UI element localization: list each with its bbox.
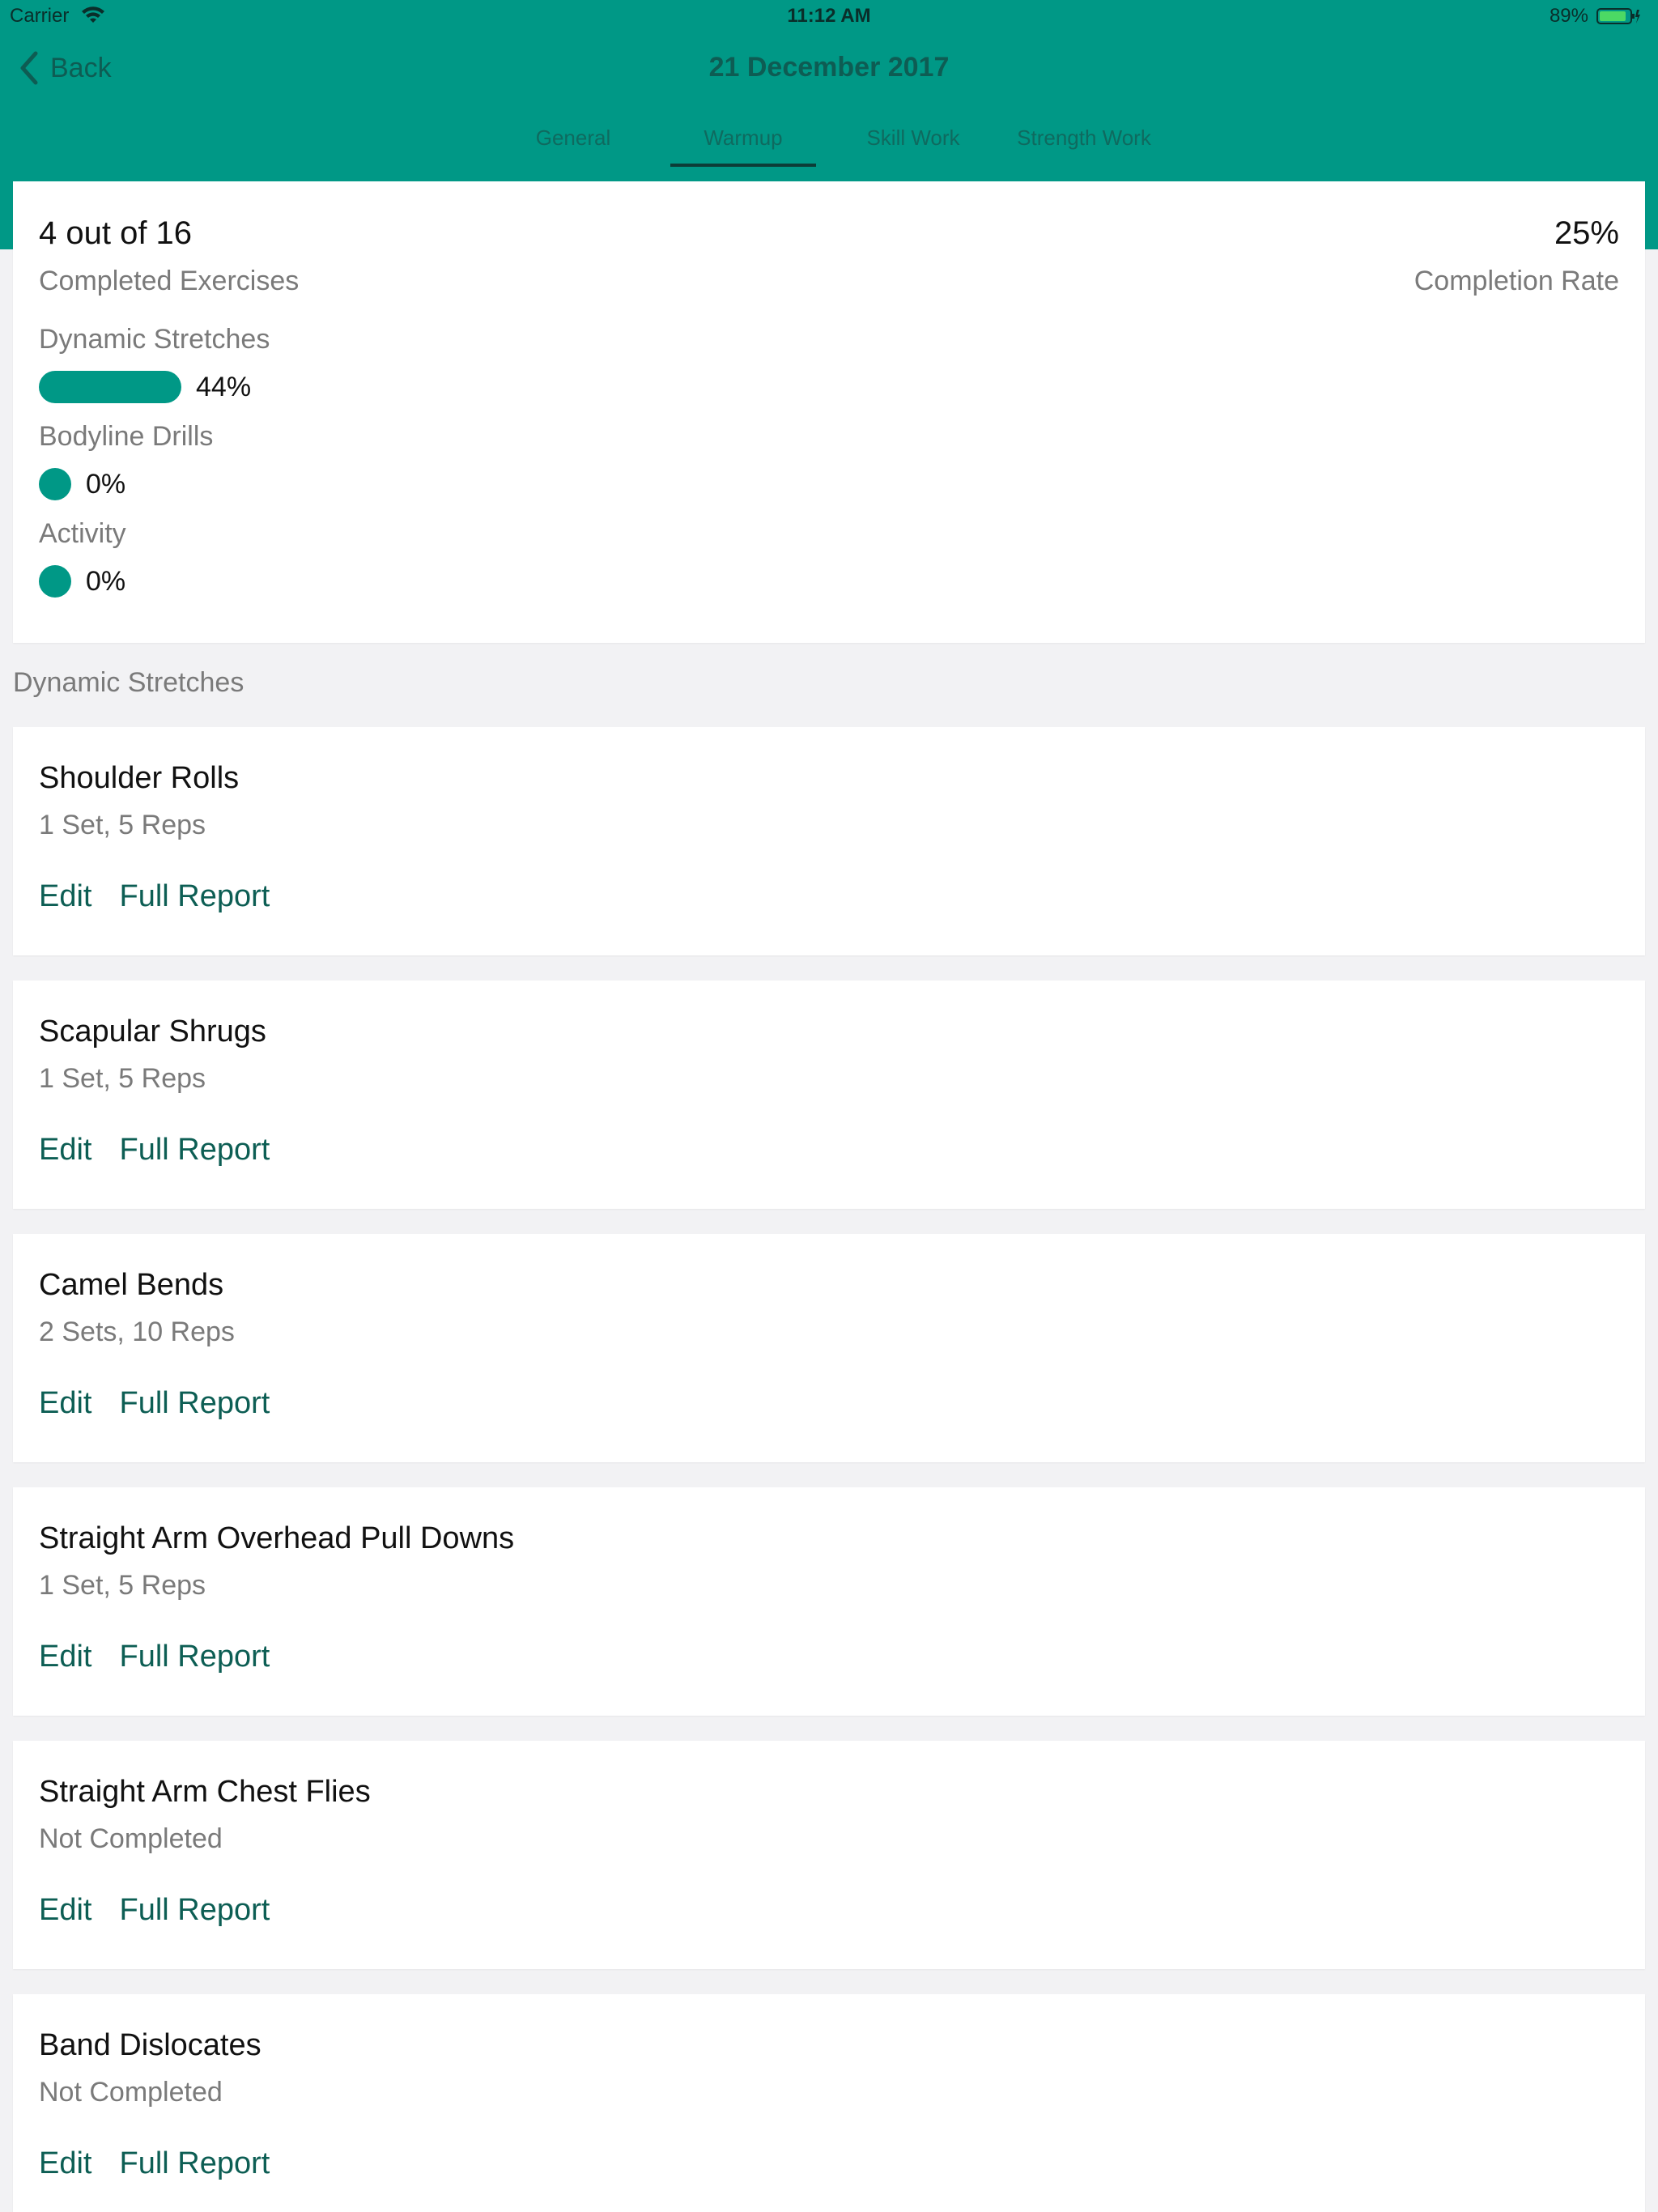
- category-progress-dynamic-stretches: 44%: [39, 371, 251, 403]
- exercise-actions: Edit Full Report: [39, 1893, 270, 1928]
- edit-button[interactable]: Edit: [39, 1386, 91, 1421]
- full-report-button[interactable]: Full Report: [119, 2146, 270, 2181]
- progress-percent: 0%: [86, 565, 126, 597]
- tab-general[interactable]: General: [510, 121, 636, 167]
- tab-bar: General Warmup Skill Work Strength Work: [0, 113, 1658, 170]
- exercise-name: Camel Bends: [39, 1268, 224, 1302]
- full-report-button[interactable]: Full Report: [119, 1640, 270, 1674]
- exercise-name: Shoulder Rolls: [39, 761, 240, 795]
- progress-bar: [39, 565, 71, 598]
- progress-percent: 0%: [86, 468, 126, 500]
- category-progress-bodyline-drills: 0%: [39, 468, 125, 500]
- category-label-dynamic-stretches: Dynamic Stretches: [39, 324, 270, 355]
- category-progress-activity: 0%: [39, 565, 125, 598]
- tab-strength-work[interactable]: Strength Work: [1009, 121, 1159, 167]
- progress-percent: 44%: [196, 371, 252, 402]
- exercise-status: 1 Set, 5 Reps: [39, 1063, 206, 1094]
- exercise-name: Band Dislocates: [39, 2028, 261, 2062]
- edit-button[interactable]: Edit: [39, 1640, 91, 1674]
- exercise-card: Band Dislocates Not Completed Edit Full …: [13, 1994, 1645, 2212]
- category-label-activity: Activity: [39, 518, 126, 549]
- progress-bar: [39, 468, 71, 500]
- exercise-card: Shoulder Rolls 1 Set, 5 Reps Edit Full R…: [13, 727, 1645, 955]
- tab-warmup[interactable]: Warmup: [670, 121, 816, 167]
- exercise-status: Not Completed: [39, 1823, 223, 1854]
- navigation-bar: Back 21 December 2017: [0, 32, 1658, 113]
- edit-button[interactable]: Edit: [39, 879, 91, 914]
- progress-bar: [39, 371, 181, 403]
- exercise-actions: Edit Full Report: [39, 1133, 270, 1168]
- exercise-status: Not Completed: [39, 2077, 223, 2108]
- exercise-name: Straight Arm Chest Flies: [39, 1775, 371, 1809]
- category-label-bodyline-drills: Bodyline Drills: [39, 421, 214, 452]
- battery-icon: [1596, 8, 1640, 24]
- exercise-actions: Edit Full Report: [39, 879, 270, 914]
- tab-skill-work[interactable]: Skill Work: [850, 121, 976, 167]
- exercise-status: 1 Set, 5 Reps: [39, 810, 206, 840]
- full-report-button[interactable]: Full Report: [119, 1893, 270, 1928]
- exercise-actions: Edit Full Report: [39, 2146, 270, 2181]
- edit-button[interactable]: Edit: [39, 2146, 91, 2181]
- edit-button[interactable]: Edit: [39, 1133, 91, 1168]
- charging-bolt-icon: [1635, 10, 1640, 23]
- status-bar: Carrier 11:12 AM 89%: [0, 0, 1658, 32]
- exercise-card: Camel Bends 2 Sets, 10 Reps Edit Full Re…: [13, 1234, 1645, 1462]
- completed-count: 4 out of 16: [39, 215, 193, 251]
- exercise-card: Straight Arm Chest Flies Not Completed E…: [13, 1741, 1645, 1969]
- page-title: 21 December 2017: [708, 52, 950, 83]
- exercise-name: Straight Arm Overhead Pull Downs: [39, 1521, 515, 1555]
- full-report-button[interactable]: Full Report: [119, 879, 270, 914]
- exercise-status: 2 Sets, 10 Reps: [39, 1317, 235, 1347]
- battery-percent: 89%: [1549, 5, 1588, 27]
- completed-count-label: Completed Exercises: [39, 266, 300, 296]
- exercise-actions: Edit Full Report: [39, 1386, 270, 1421]
- status-time: 11:12 AM: [787, 5, 871, 27]
- completion-rate-label: Completion Rate: [1414, 266, 1619, 296]
- exercise-actions: Edit Full Report: [39, 1640, 270, 1674]
- completion-summary-card: 4 out of 16 Completed Exercises 25% Comp…: [13, 181, 1645, 643]
- exercise-status: 1 Set, 5 Reps: [39, 1570, 206, 1601]
- section-header: Dynamic Stretches: [13, 667, 244, 698]
- edit-button[interactable]: Edit: [39, 1893, 91, 1928]
- exercise-name: Scapular Shrugs: [39, 1015, 266, 1049]
- full-report-button[interactable]: Full Report: [119, 1386, 270, 1421]
- completion-rate: 25%: [1554, 215, 1619, 251]
- exercise-card: Scapular Shrugs 1 Set, 5 Reps Edit Full …: [13, 981, 1645, 1209]
- exercise-card: Straight Arm Overhead Pull Downs 1 Set, …: [13, 1487, 1645, 1716]
- full-report-button[interactable]: Full Report: [119, 1133, 270, 1168]
